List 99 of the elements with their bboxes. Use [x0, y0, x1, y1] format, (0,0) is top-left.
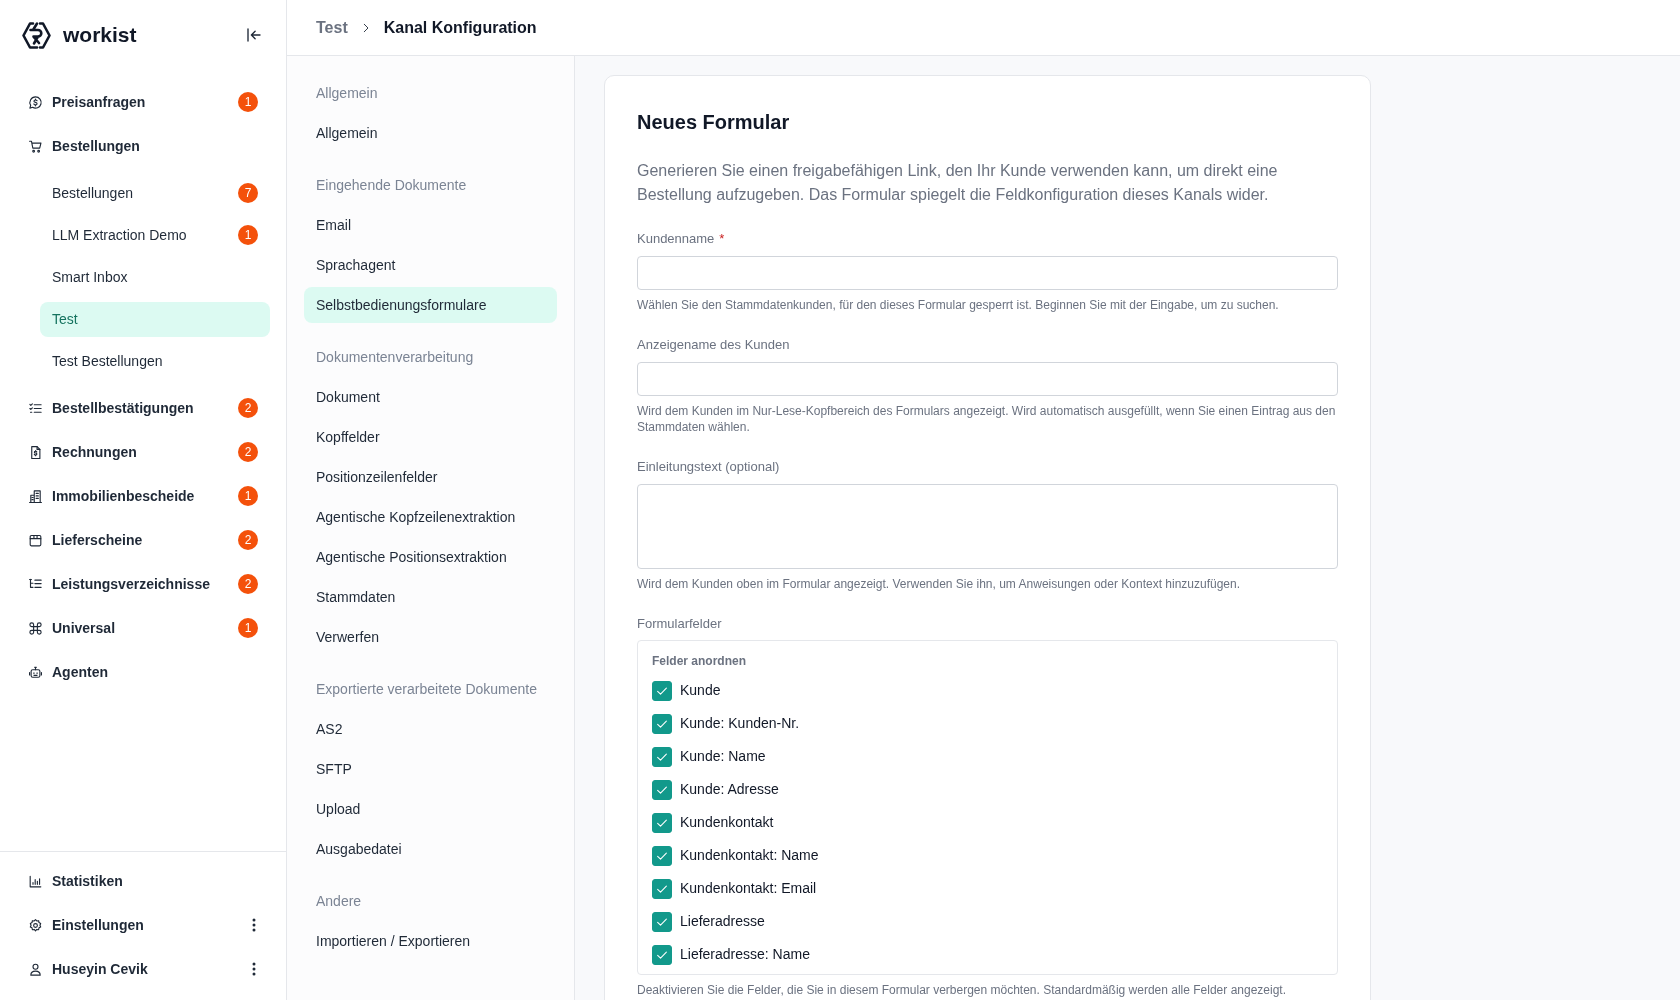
- nav-item[interactable]: Preisanfragen 1: [16, 80, 270, 124]
- checkbox-label: Kunde: Kunden-Nr.: [680, 714, 800, 733]
- nav-item[interactable]: Leistungsverzeichnisse 2: [16, 562, 270, 606]
- sub-nav-item[interactable]: Test: [40, 301, 270, 337]
- more-options-icon[interactable]: [252, 962, 256, 976]
- count-badge: 1: [238, 225, 258, 245]
- field-label: Formularfelder: [637, 615, 722, 633]
- checkbox[interactable]: [652, 845, 672, 866]
- checkbox-label: Kunde: [680, 681, 721, 700]
- user-icon: [28, 961, 43, 977]
- count-badge: 2: [238, 574, 258, 594]
- package-icon: [28, 532, 43, 548]
- nav-item[interactable]: Universal 1: [16, 606, 270, 650]
- field-label: Einleitungstext (optional): [637, 458, 780, 476]
- speech-bubble-dollar-icon: [28, 94, 43, 110]
- checkbox-label: Kundenkontakt: Name: [680, 846, 819, 865]
- help-text: Wird dem Kunden oben im Formular angezeigt. Verwenden Sie ihn, um Anweisungen oder Kontext hinzuzufügen.: [637, 576, 1242, 592]
- logo-text: workist: [63, 22, 137, 49]
- bar-chart-icon: [28, 873, 43, 889]
- robot-icon: [28, 664, 43, 680]
- count-badge: 1: [238, 486, 258, 506]
- checkbox[interactable]: [652, 746, 672, 767]
- settings-nav-item[interactable]: Dokument: [304, 379, 557, 415]
- count-badge: 7: [238, 183, 258, 203]
- checkbox-label: Kundenkontakt: Email: [680, 879, 817, 898]
- hexagon-logo-icon: [21, 20, 52, 50]
- checkbox[interactable]: [652, 812, 672, 833]
- building-icon: [28, 488, 43, 504]
- checkbox[interactable]: [652, 944, 672, 965]
- nav-item[interactable]: Bestellungen: [16, 124, 270, 168]
- nav-item[interactable]: Lieferscheine 2: [16, 518, 270, 562]
- checkbox[interactable]: [652, 680, 672, 701]
- nav-item[interactable]: Einstellungen: [16, 903, 270, 947]
- command-icon: [28, 620, 43, 636]
- checkbox-label: Lieferadresse: [680, 912, 765, 931]
- count-badge: 2: [238, 398, 258, 418]
- checkbox-label: Kundenkontakt: [680, 813, 774, 832]
- section-heading: Exportierte verarbeitete Dokumente: [316, 679, 537, 699]
- section-heading: Eingehende Dokumente: [316, 175, 467, 195]
- settings-nav-item[interactable]: Email: [304, 207, 557, 243]
- sub-nav-item[interactable]: Test Bestellungen: [40, 343, 270, 379]
- sub-nav-item[interactable]: Bestellungen 7: [40, 175, 270, 211]
- form-title: Neues Formular: [637, 110, 791, 135]
- settings-nav-item[interactable]: AS2: [304, 711, 557, 747]
- section-heading: Dokumentenverarbeitung: [316, 347, 474, 367]
- nav-item[interactable]: Agenten: [16, 650, 270, 694]
- checklist-icon: [28, 400, 43, 416]
- settings-nav-item[interactable]: Agentische Positionsextraktion: [304, 539, 557, 575]
- settings-nav-item[interactable]: Upload: [304, 791, 557, 827]
- settings-nav-item[interactable]: Allgemein: [304, 115, 557, 151]
- checkbox-label: Kunde: Adresse: [680, 780, 779, 799]
- nav-item[interactable]: Huseyin Cevik: [16, 947, 270, 991]
- help-text: Deaktivieren Sie die Felder, die Sie in diesem Formular verbergen möchten. Standardmäßig werden alle Felder angezeigt.: [637, 982, 1287, 998]
- help-text: Wird dem Kunden im Nur-Lese-Kopfbereich des Formulars angezeigt. Wird automatisch ausgefüllt, wenn Sie einen Eintrag aus den Stammdaten wählen.: [637, 403, 1337, 435]
- settings-nav-item[interactable]: Kopffelder: [304, 419, 557, 455]
- settings-nav-item[interactable]: Ausgabedatei: [304, 831, 557, 867]
- input-field[interactable]: [637, 362, 1338, 396]
- count-badge: 2: [238, 442, 258, 462]
- page-title: Kanal Konfiguration: [383, 17, 537, 38]
- checkbox[interactable]: [652, 779, 672, 800]
- sub-nav-item[interactable]: LLM Extraction Demo 1: [40, 217, 270, 253]
- textarea-field[interactable]: [637, 484, 1338, 569]
- settings-nav-item[interactable]: SFTP: [304, 751, 557, 787]
- settings-nav-item[interactable]: Importieren / Exportieren: [304, 923, 557, 959]
- field-label: Kundenname: [637, 230, 715, 248]
- checkbox[interactable]: [652, 713, 672, 734]
- breadcrumb-link[interactable]: Test: [316, 15, 348, 40]
- nav-item[interactable]: Rechnungen 2: [16, 430, 270, 474]
- settings-nav-item[interactable]: Stammdaten: [304, 579, 557, 615]
- list-heading: Felder anordnen: [652, 653, 746, 669]
- settings-nav-item[interactable]: Sprachagent: [304, 247, 557, 283]
- section-heading: Andere: [316, 891, 362, 911]
- form-description: Generieren Sie einen freigabefähigen Link, den Ihr Kunde verwenden kann, um direkt eine Bestellung aufzugeben. Das Formular spiegelt die Feldkonfiguration dieses Kanals wider.: [637, 161, 1279, 205]
- settings-nav-item[interactable]: Selbstbedienungsformulare: [304, 287, 557, 323]
- field-label: Anzeigename des Kunden: [637, 336, 790, 354]
- count-badge: 1: [238, 618, 258, 638]
- section-heading: Allgemein: [316, 83, 378, 103]
- cart-icon: [28, 138, 43, 154]
- checkbox[interactable]: [652, 911, 672, 932]
- collapse-sidebar-icon: [245, 26, 263, 44]
- checkbox[interactable]: [652, 878, 672, 899]
- document-dollar-icon: [28, 444, 43, 460]
- sub-nav-item[interactable]: Smart Inbox: [40, 259, 270, 295]
- collapse-sidebar-button[interactable]: [245, 26, 263, 44]
- required-mark: *: [719, 230, 725, 248]
- nav-item[interactable]: Statistiken: [16, 859, 270, 903]
- nav-item[interactable]: Bestellbestätigungen 2: [16, 386, 270, 430]
- settings-nav-item[interactable]: Positionzeilenfelder: [304, 459, 557, 495]
- count-badge: 2: [238, 530, 258, 550]
- input-field[interactable]: [637, 256, 1338, 290]
- nav-item[interactable]: Immobilienbescheide 1: [16, 474, 270, 518]
- settings-nav-item[interactable]: Verwerfen: [304, 619, 557, 655]
- more-options-icon[interactable]: [252, 918, 256, 932]
- checkbox-label: Lieferadresse: Name: [680, 945, 810, 964]
- help-text: Wählen Sie den Stammdatenkunden, für den dieses Formular gesperrt ist. Beginnen Sie mit der Eingabe, um zu suchen.: [637, 297, 1280, 313]
- count-badge: 1: [238, 92, 258, 112]
- settings-nav-item[interactable]: Agentische Kopfzeilenextraktion: [304, 499, 557, 535]
- checkbox-label: Kunde: Name: [680, 747, 766, 766]
- gear-icon: [28, 917, 43, 933]
